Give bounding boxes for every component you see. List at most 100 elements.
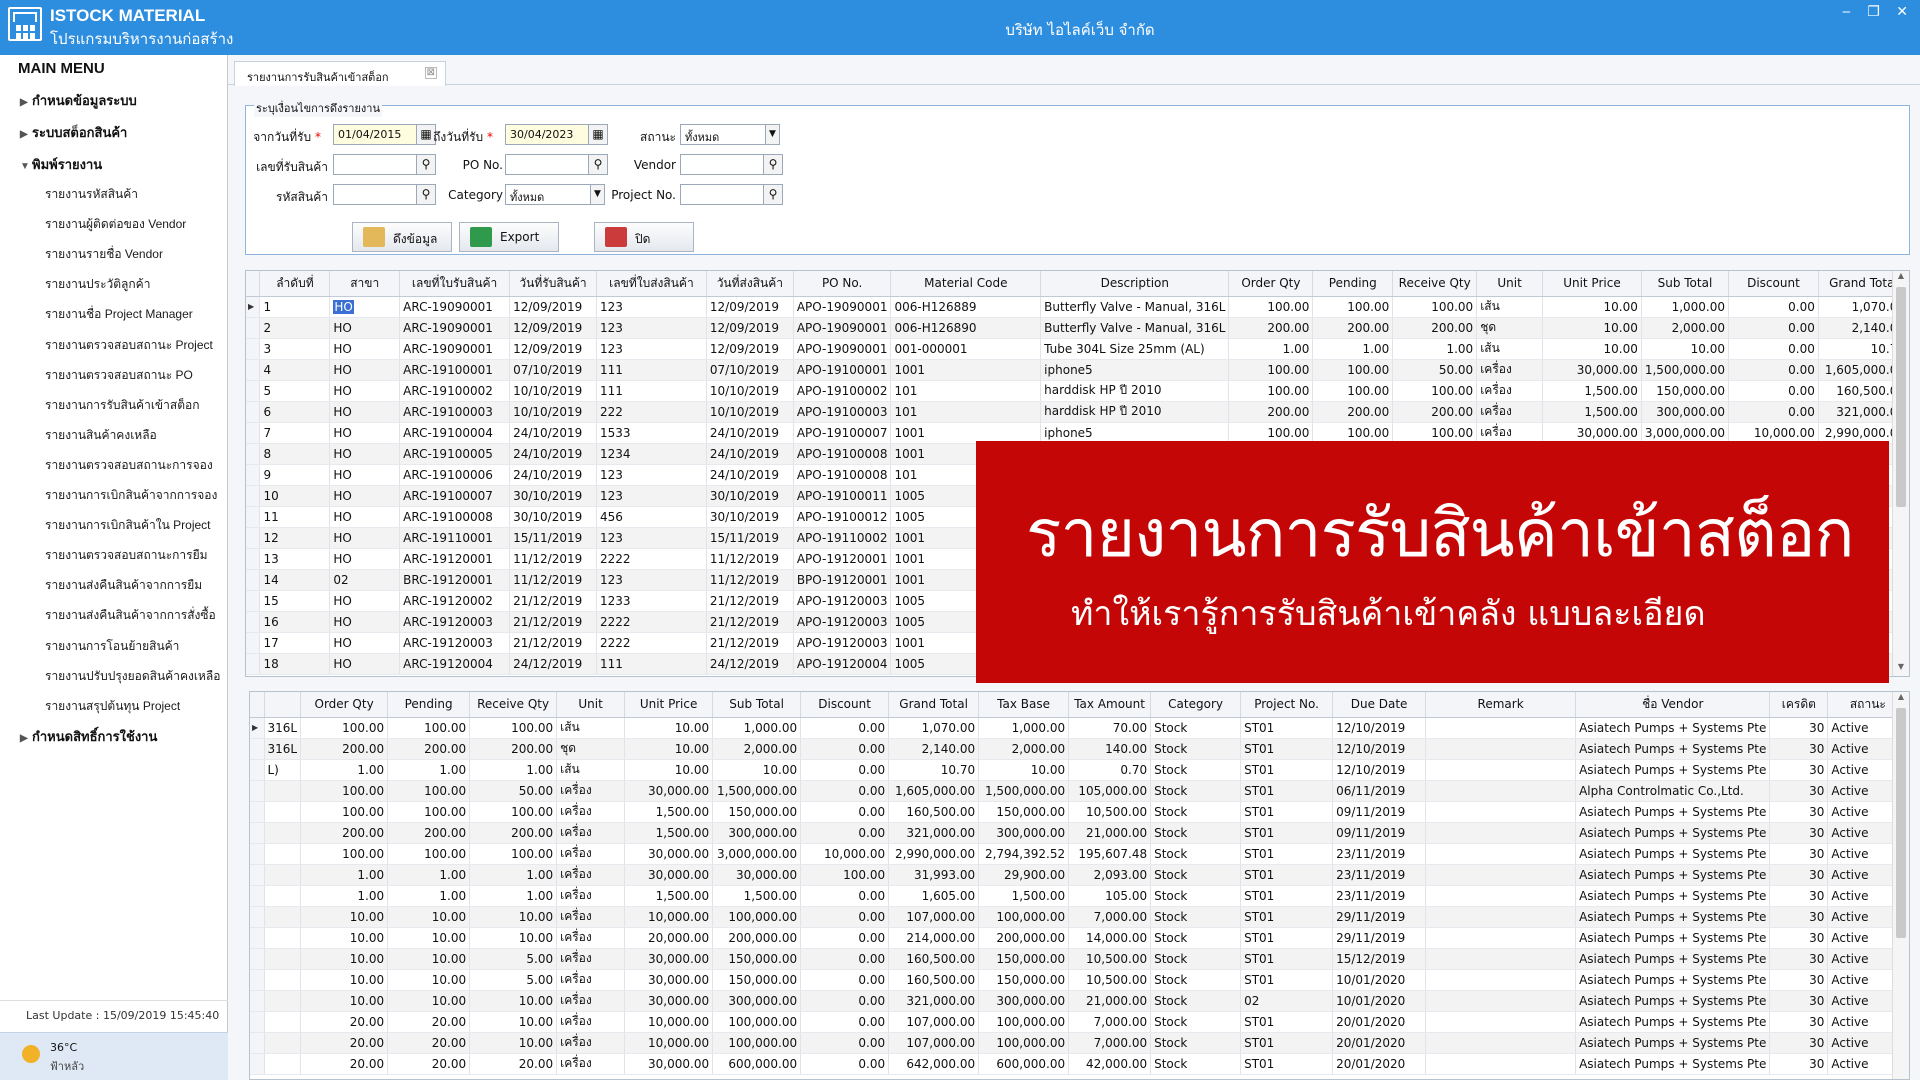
table-cell[interactable]: 15/12/2019 [1332,948,1427,970]
table-cell[interactable]: 195,607.48 [1068,843,1152,865]
table-cell[interactable]: ARC-19100002 [399,380,511,402]
table-cell[interactable]: Asiatech Pumps + Systems Pte [1575,885,1771,907]
table-cell[interactable]: เครื่อง [556,885,626,907]
table-cell[interactable]: เครื่อง [556,780,626,802]
table-cell[interactable] [1425,801,1577,823]
search-icon[interactable]: ⚲ [763,154,783,175]
table-cell[interactable]: HO [329,611,401,633]
table-cell[interactable]: 30 [1769,885,1829,907]
table-cell[interactable]: 30,000.00 [624,948,714,970]
table-cell[interactable]: 200.00 [1392,401,1478,423]
table-cell[interactable]: 1001 [890,359,1042,381]
table-cell[interactable]: 0.00 [1728,317,1819,339]
table-cell[interactable]: 0.70 [1068,759,1152,781]
table-cell[interactable]: APO-19100011 [793,485,892,507]
table-cell[interactable]: 10.00 [300,948,389,970]
table-cell[interactable]: 10/10/2019 [706,380,794,402]
table-cell[interactable]: Stock [1150,759,1242,781]
table-cell[interactable]: 4 [259,359,331,381]
table-cell[interactable]: 30 [1769,927,1829,949]
table-cell[interactable]: 1.00 [387,864,471,886]
table-cell[interactable]: 23/11/2019 [1332,843,1427,865]
table-cell[interactable]: 50.00 [469,780,558,802]
table-row[interactable]: 1.00 1.00 1.00 เครื่อง 30,000.00 30,000.00 100… [250,864,1909,886]
table-cell[interactable]: 1.00 [469,885,558,907]
table-cell[interactable]: 0.00 [1728,296,1819,318]
table-cell[interactable]: Stock [1150,969,1242,991]
table-cell[interactable]: Stock [1150,1011,1242,1033]
table-cell[interactable]: 10.00 [300,906,389,928]
table-cell[interactable]: เครื่อง [556,990,626,1012]
table-cell[interactable]: เครื่อง [556,1011,626,1033]
table-cell[interactable]: 200.00 [300,738,389,760]
table-cell[interactable]: 123 [596,317,707,339]
menu-item-report[interactable]: รายงานสินค้าคงเหลือ [45,426,157,445]
table-cell[interactable]: 1234 [596,443,707,465]
table-cell[interactable]: 30,000.00 [624,969,714,991]
table-cell[interactable]: 150,000.00 [978,969,1070,991]
table-cell[interactable]: 8 [259,443,331,465]
table-cell[interactable]: 100.00 [1312,359,1394,381]
table-cell[interactable]: HO [329,338,401,360]
receive-detail-grid[interactable]: Order Qty Pending Receive Qty Unit Unit Pric… [249,691,1910,1080]
column-header[interactable]: Tax Amount [1068,692,1152,718]
table-cell[interactable]: Stock [1150,717,1242,739]
table-cell[interactable]: 3,000,000.00 [1641,422,1730,444]
table-cell[interactable] [264,780,302,802]
table-cell[interactable]: 1,500.00 [978,885,1070,907]
table-cell[interactable]: 1.00 [469,864,558,886]
table-cell[interactable]: Stock [1150,885,1242,907]
table-cell[interactable]: 100.00 [469,843,558,865]
table-cell[interactable]: 10/01/2020 [1332,969,1427,991]
table-cell[interactable]: เครื่อง [1476,359,1544,381]
column-header[interactable]: Unit [556,692,626,718]
table-cell[interactable]: ST01 [1240,801,1334,823]
table-cell[interactable]: HO [329,527,401,549]
table-cell[interactable]: 15/11/2019 [509,527,597,549]
table-cell[interactable]: 10,500.00 [1068,801,1152,823]
table-cell[interactable]: 9 [259,464,331,486]
table-cell[interactable]: 7,000.00 [1068,906,1152,928]
table-cell[interactable]: Stock [1150,822,1242,844]
table-cell[interactable]: ST01 [1240,717,1334,739]
table-cell[interactable]: 0.00 [1728,380,1819,402]
table-cell[interactable]: 20/01/2020 [1332,1011,1427,1033]
table-cell[interactable]: 10/01/2020 [1332,990,1427,1012]
table-cell[interactable]: 10.00 [624,759,714,781]
table-cell[interactable]: 12/09/2019 [706,296,794,318]
table-cell[interactable]: 150,000.00 [978,801,1070,823]
table-cell[interactable]: ARC-19120003 [399,632,511,654]
column-header[interactable]: Discount [1728,271,1819,297]
table-cell[interactable]: iphone5 [1040,359,1230,381]
table-cell[interactable]: 100.00 [300,780,389,802]
table-cell[interactable]: Asiatech Pumps + Systems Pte [1575,717,1771,739]
table-cell[interactable]: APO-19100012 [793,506,892,528]
menu-item-report[interactable]: รายงานรหัสสินค้า [45,185,138,204]
table-cell[interactable]: 30 [1769,990,1829,1012]
table-cell[interactable]: 1,500.00 [624,801,714,823]
table-cell[interactable] [264,843,302,865]
table-cell[interactable]: Tube 304L Size 25mm (AL) [1040,338,1230,360]
table-cell[interactable]: APO-19100008 [793,464,892,486]
table-cell[interactable]: 1,500,000.00 [978,780,1070,802]
table-cell[interactable]: 100.00 [800,864,890,886]
table-cell[interactable]: ชุด [556,738,626,760]
table-cell[interactable]: ARC-19120004 [399,653,511,675]
table-cell[interactable]: 0.00 [800,990,890,1012]
table-cell[interactable]: Asiatech Pumps + Systems Pte [1575,990,1771,1012]
table-cell[interactable]: 11/12/2019 [509,569,597,591]
table-cell[interactable]: HO [329,401,401,423]
table-cell[interactable]: Stock [1150,948,1242,970]
table-cell[interactable]: 30,000.00 [1542,422,1642,444]
table-cell[interactable] [1425,717,1577,739]
table-cell[interactable]: APO-19100007 [793,422,892,444]
table-cell[interactable]: 24/10/2019 [509,422,597,444]
table-cell[interactable]: เครื่อง [556,1053,626,1075]
table-cell[interactable]: เครื่อง [556,801,626,823]
table-cell[interactable]: 10.00 [1542,338,1642,360]
table-cell[interactable]: ST01 [1240,927,1334,949]
table-cell[interactable]: 3,000,000.00 [712,843,802,865]
export-button[interactable]: Export [459,222,559,252]
table-cell[interactable]: 100,000.00 [712,906,802,928]
table-cell[interactable]: 21/12/2019 [509,632,597,654]
